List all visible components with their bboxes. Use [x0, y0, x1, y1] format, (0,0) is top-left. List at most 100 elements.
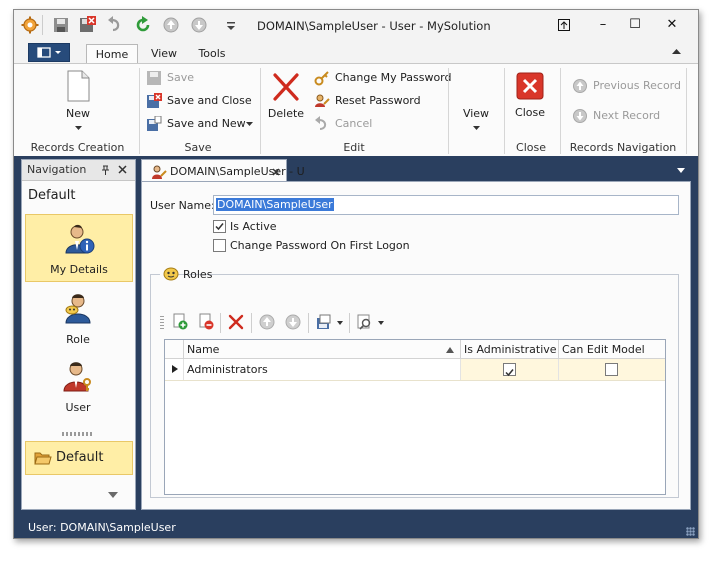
link-icon[interactable]: [171, 313, 189, 331]
file-menu-button[interactable]: [28, 43, 70, 62]
save-and-close-icon[interactable]: [78, 16, 96, 34]
file-menu-icon: [37, 47, 61, 58]
ribbon-tab-strip: Home View Tools: [14, 41, 698, 64]
title-bar: DOMAIN\SampleUser - User - MySolution – …: [14, 10, 698, 41]
nav-item-role[interactable]: Role: [25, 286, 131, 348]
column-header-is-administrative[interactable]: Is Administrative: [461, 340, 559, 359]
application-window: DOMAIN\SampleUser - User - MySolution – …: [13, 9, 699, 539]
current-row-icon: [172, 365, 178, 373]
save-icon[interactable]: [52, 16, 70, 34]
document-tab[interactable]: DOMAIN\SampleUser - U: [141, 159, 305, 183]
row-indicator: [165, 359, 184, 380]
is-administrative-checkbox[interactable]: [503, 363, 516, 377]
change-my-password-label: Change My Password: [335, 71, 452, 84]
previous-record-icon: [573, 79, 587, 93]
role-mask-icon: [163, 267, 179, 281]
tab-view[interactable]: View: [144, 44, 184, 63]
restore-ribbon-button[interactable]: [549, 13, 579, 37]
cell-is-administrative: [461, 359, 559, 380]
tab-home[interactable]: Home: [86, 44, 138, 64]
new-button-label: New: [66, 107, 90, 120]
nav-item-role-label: Role: [66, 333, 90, 346]
delete-button[interactable]: Delete: [266, 72, 306, 120]
window-title: DOMAIN\SampleUser - User - MySolution: [257, 19, 491, 33]
close-button[interactable]: Close: [510, 72, 550, 119]
close-window-button[interactable]: ✕: [657, 13, 687, 37]
navigation-overflow-icon[interactable]: [108, 492, 118, 498]
new-document-icon: [67, 70, 90, 102]
toolbar-separator: [251, 313, 252, 333]
previous-record-icon[interactable]: [162, 16, 180, 34]
folder-open-icon: [34, 452, 52, 465]
previous-record-label: Previous Record: [593, 79, 681, 92]
save-and-new-label: Save and New: [167, 117, 246, 130]
nav-item-my-details[interactable]: My Details: [25, 214, 133, 282]
can-edit-model-checkbox[interactable]: [605, 363, 618, 376]
undo-icon: [315, 116, 327, 130]
save-label: Save: [167, 71, 195, 84]
is-active-checkbox[interactable]: [213, 220, 226, 233]
column-header-name[interactable]: Name: [184, 340, 461, 359]
customize-qat-icon[interactable]: [222, 16, 240, 34]
save-and-new-icon: [147, 116, 162, 131]
view-button[interactable]: View: [458, 107, 494, 133]
change-password-label: Change Password On First Logon: [230, 239, 410, 252]
toolbar-separator: [308, 313, 309, 333]
nav-group-default-label: Default: [56, 450, 104, 465]
detail-view: User Name: DOMAIN\SampleUser Is Active C…: [141, 181, 691, 510]
new-button[interactable]: New: [60, 70, 96, 133]
panel-splitter-grip[interactable]: [62, 432, 92, 436]
change-password-checkbox[interactable]: [213, 239, 226, 252]
collapse-ribbon-icon[interactable]: [672, 48, 681, 55]
records-navigation-group-label: Records Navigation: [569, 141, 677, 154]
user-name-label: User Name:: [150, 199, 215, 212]
save-group-label: Save: [184, 141, 212, 154]
move-up-icon[interactable]: [258, 313, 276, 331]
app-gear-icon[interactable]: [21, 16, 39, 34]
save-and-close-icon: [147, 93, 162, 108]
export-icon[interactable]: [315, 313, 333, 331]
minimize-button[interactable]: –: [588, 13, 618, 37]
user-name-input[interactable]: DOMAIN\SampleUser: [213, 195, 679, 215]
column-header-name-label: Name: [187, 343, 220, 356]
table-row[interactable]: Administrators: [165, 359, 665, 381]
pin-icon[interactable]: [101, 165, 110, 175]
role-icon: [65, 294, 91, 324]
navigation-header: Navigation: [22, 160, 135, 181]
dropdown-arrow-icon[interactable]: [337, 321, 343, 325]
maximize-button[interactable]: ☐: [620, 13, 650, 37]
close-tab-icon[interactable]: [272, 168, 280, 176]
reset-password-label: Reset Password: [335, 94, 421, 107]
document-tab-label: DOMAIN\SampleUser - U: [170, 165, 305, 178]
refresh-icon[interactable]: [134, 16, 152, 34]
dropdown-arrow-icon[interactable]: [378, 321, 384, 325]
status-bar: User: DOMAIN\SampleUser: [14, 517, 698, 538]
cell-can-edit-model: [559, 359, 665, 380]
nav-item-user[interactable]: User: [25, 354, 131, 416]
nav-item-user-label: User: [65, 401, 91, 414]
dropdown-arrow-icon: [472, 126, 480, 130]
delete-icon: [273, 73, 299, 101]
cancel-label: Cancel: [335, 117, 373, 130]
roles-title: Roles: [183, 268, 213, 281]
close-panel-icon[interactable]: [118, 165, 127, 174]
next-record-icon[interactable]: [190, 16, 208, 34]
save-and-close-label: Save and Close: [167, 94, 252, 107]
nav-item-my-details-label: My Details: [50, 263, 108, 276]
move-down-icon[interactable]: [284, 313, 302, 331]
tab-tools[interactable]: Tools: [192, 44, 232, 63]
checkmark-icon: [505, 369, 514, 377]
resize-grip[interactable]: [686, 527, 695, 536]
unlink-icon[interactable]: [197, 313, 215, 331]
nav-group-default[interactable]: Default: [25, 441, 133, 475]
tab-list-icon[interactable]: [677, 168, 685, 173]
delete-icon[interactable]: [227, 313, 245, 331]
find-icon[interactable]: [356, 313, 374, 331]
user-key-icon: [152, 165, 167, 179]
user-info-icon: [65, 224, 95, 254]
column-header-can-edit-model[interactable]: Can Edit Model: [559, 340, 665, 359]
user-key-icon: [315, 94, 330, 107]
undo-icon[interactable]: [106, 16, 124, 34]
dropdown-arrow-icon: [74, 126, 82, 130]
toolbar-grip[interactable]: [160, 316, 164, 330]
